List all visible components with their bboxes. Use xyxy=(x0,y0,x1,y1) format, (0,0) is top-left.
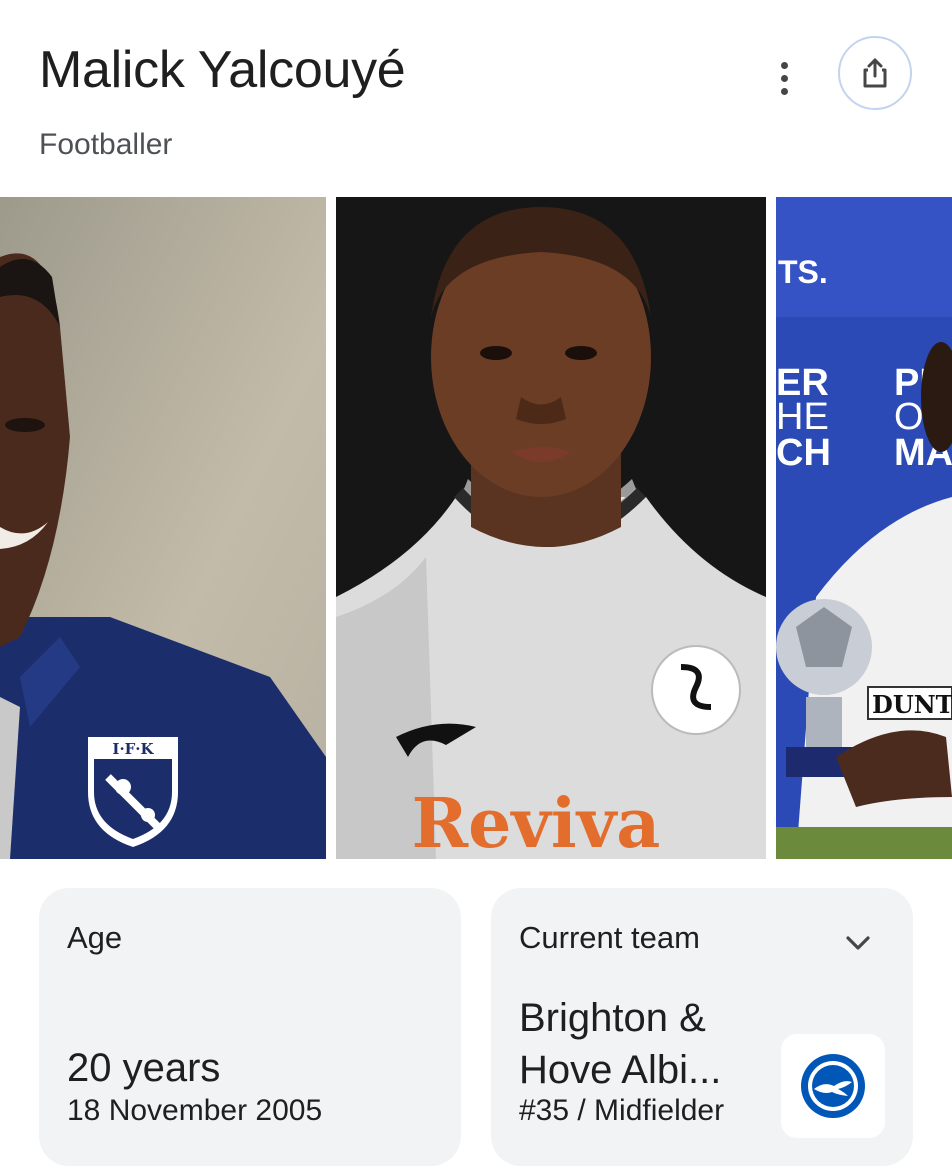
current-team-card[interactable]: Current team Brighton & Hove Albi... #35… xyxy=(491,888,913,1166)
board-text-a3: CH xyxy=(776,432,831,474)
more-vert-icon-dot xyxy=(780,74,788,82)
player-photo-1[interactable]: I·F·K xyxy=(0,197,326,859)
team-crest[interactable] xyxy=(781,1034,885,1138)
image-carousel[interactable]: I·F·K Reviva TS. ER HE CH PL O MA DUNT xyxy=(0,197,952,859)
share-icon xyxy=(863,58,887,88)
more-options-button[interactable] xyxy=(762,56,806,100)
jersey-text: DUNT xyxy=(872,690,952,719)
age-value: 20 years xyxy=(67,1046,221,1090)
entity-title: Malick Yalcouyé xyxy=(39,41,406,99)
age-label: Age xyxy=(67,920,123,955)
brighton-crest-icon xyxy=(801,1054,865,1118)
player-photo-3[interactable]: TS. ER HE CH PL O MA DUNT xyxy=(776,197,952,859)
birth-date: 18 November 2005 xyxy=(67,1094,323,1127)
current-team-label: Current team xyxy=(519,920,700,955)
squad-number-position: #35 / Midfielder xyxy=(519,1094,725,1127)
sponsor-text: Reviva xyxy=(412,784,661,859)
chevron-down-icon[interactable] xyxy=(841,926,875,960)
club-badge-text: I·F·K xyxy=(112,740,154,758)
player-photo-2[interactable]: Reviva xyxy=(336,197,766,859)
board-text-fragment: TS. xyxy=(778,254,828,290)
more-vert-icon-dot xyxy=(780,87,788,95)
age-card[interactable]: Age 20 years 18 November 2005 xyxy=(39,888,461,1166)
more-vert-icon-dot xyxy=(780,61,788,69)
share-button[interactable] xyxy=(838,36,912,110)
entity-subtitle: Footballer xyxy=(39,128,173,161)
team-name[interactable]: Brighton & Hove Albi... xyxy=(519,992,769,1096)
